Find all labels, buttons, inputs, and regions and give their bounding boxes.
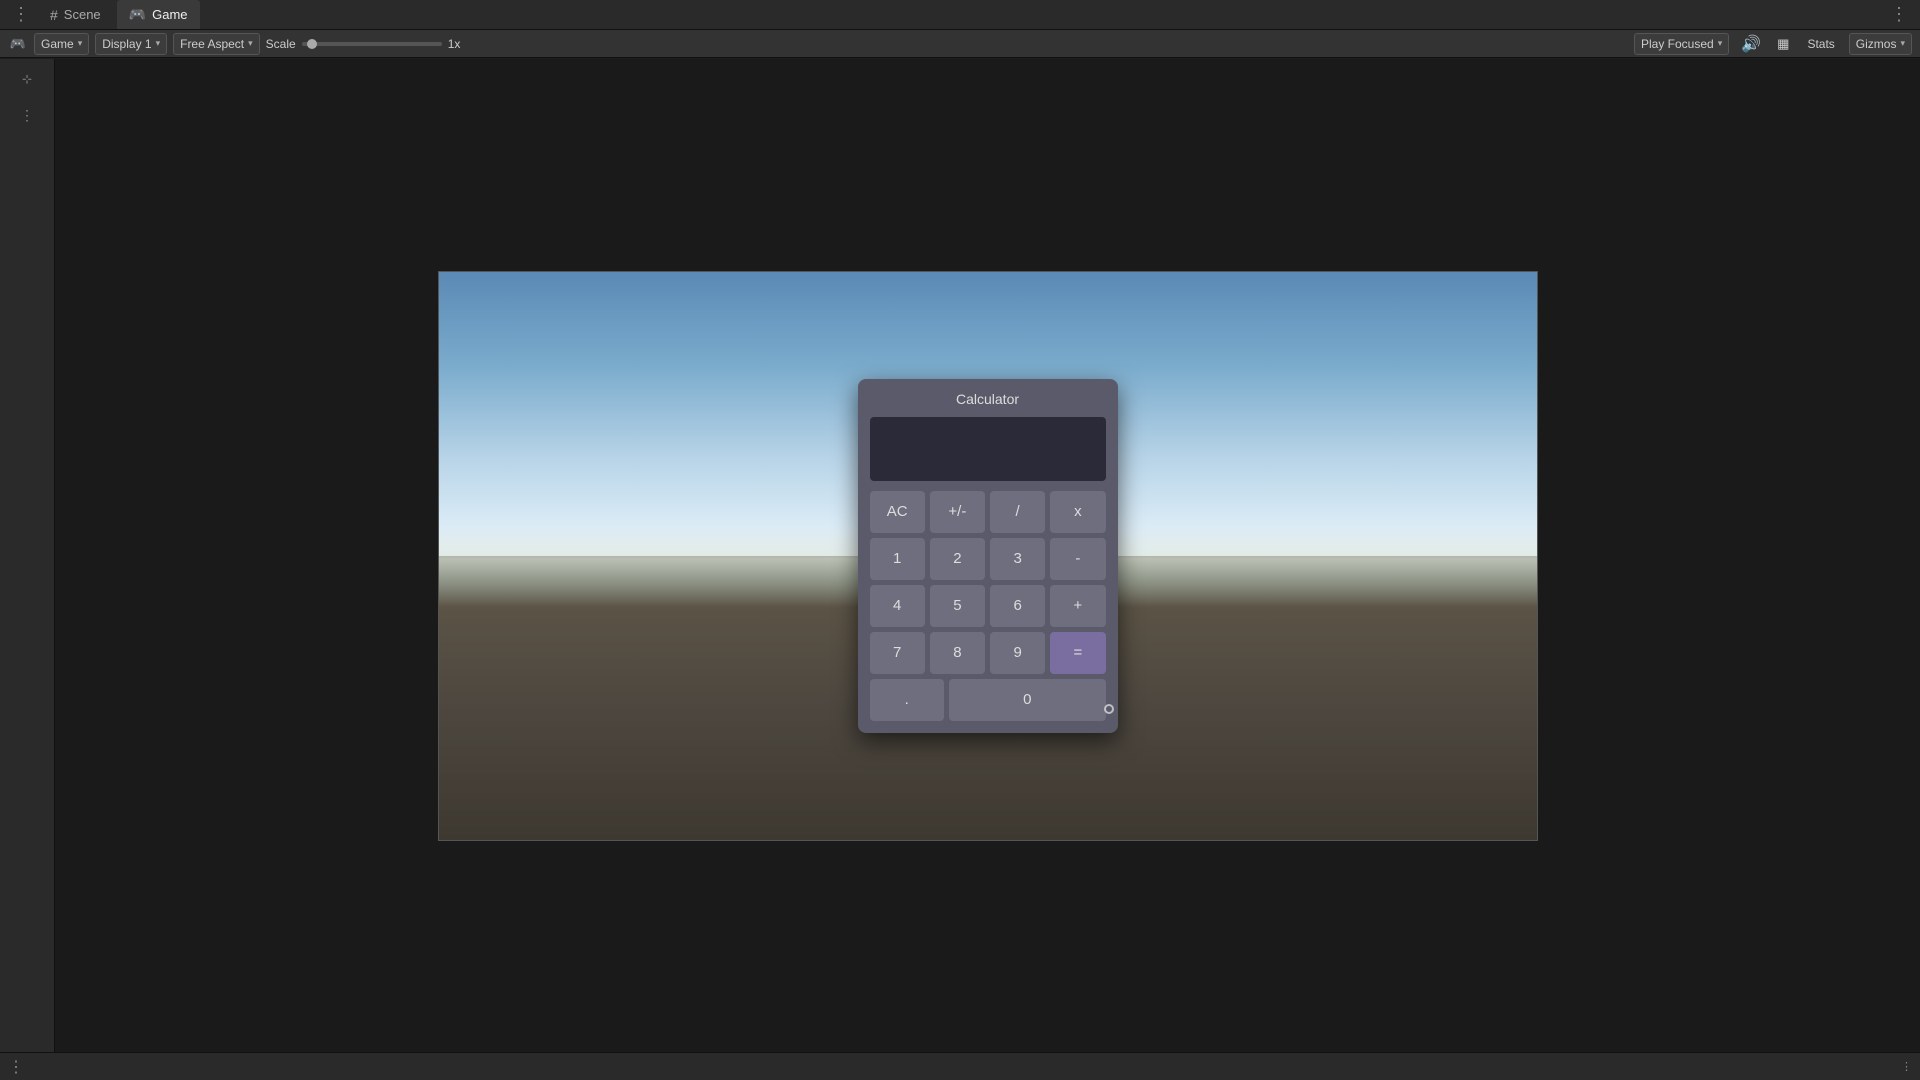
- calc-btn-plus[interactable]: +: [1050, 585, 1105, 627]
- play-focused-dropdown[interactable]: Play Focused ▾: [1634, 33, 1729, 55]
- toolbar-right: Play Focused ▾ 🔊 ▦ Stats Gizmos ▾: [1634, 32, 1912, 56]
- calc-btn-dot[interactable]: .: [870, 679, 945, 721]
- status-bar: ⋮ ⋮: [0, 1052, 1920, 1080]
- calc-row-5: . 0: [870, 679, 1106, 721]
- calc-btn-8[interactable]: 8: [930, 632, 985, 674]
- calc-btn-plusminus[interactable]: +/-: [930, 491, 985, 533]
- calc-btn-minus[interactable]: -: [1050, 538, 1105, 580]
- tab-game-label: Game: [152, 7, 187, 22]
- game-dropdown-label: Game: [41, 37, 74, 51]
- game-dropdown[interactable]: Game ▾: [34, 33, 89, 55]
- play-focused-label: Play Focused: [1641, 37, 1714, 51]
- calc-btn-divide[interactable]: /: [990, 491, 1045, 533]
- left-panel: ⊹ ⋮: [0, 59, 55, 1052]
- scale-value: 1x: [448, 37, 461, 51]
- display-dropdown-arrow: ▾: [156, 38, 161, 49]
- tab-bar: ⋮ # Scene 🎮 Game ⋮: [0, 0, 1920, 30]
- calc-btn-7[interactable]: 7: [870, 632, 925, 674]
- toolbar-game-icon: 🎮: [8, 34, 28, 54]
- viewport-area: Calculator AC +/- / x 1 2 3 -: [55, 59, 1920, 1052]
- sound-icon-btn[interactable]: 🔊: [1737, 32, 1765, 56]
- calculator-title: Calculator: [870, 391, 1106, 407]
- calc-btn-6[interactable]: 6: [990, 585, 1045, 627]
- calc-btn-multiply[interactable]: x: [1050, 491, 1105, 533]
- aspect-dropdown-arrow: ▾: [248, 38, 253, 49]
- tab-scene[interactable]: # Scene: [38, 0, 113, 29]
- scale-slider-thumb: [307, 39, 317, 49]
- game-dropdown-arrow: ▾: [78, 38, 83, 49]
- calculator-widget: Calculator AC +/- / x 1 2 3 -: [858, 379, 1118, 733]
- aspect-dropdown[interactable]: Free Aspect ▾: [173, 33, 260, 55]
- gizmos-arrow: ▾: [1900, 38, 1905, 49]
- scale-label: Scale: [266, 37, 296, 51]
- tab-game[interactable]: 🎮 Game: [117, 0, 200, 29]
- calc-row-1: AC +/- / x: [870, 491, 1106, 533]
- scale-group: Scale 1x: [266, 37, 461, 51]
- calc-row-2: 1 2 3 -: [870, 538, 1106, 580]
- game-canvas: Calculator AC +/- / x 1 2 3 -: [438, 271, 1538, 841]
- calc-btn-9[interactable]: 9: [990, 632, 1045, 674]
- calc-row-4: 7 8 9 =: [870, 632, 1106, 674]
- aspect-dropdown-label: Free Aspect: [180, 37, 244, 51]
- calc-btn-equals[interactable]: =: [1050, 632, 1105, 674]
- toolbar: 🎮 Game ▾ Display 1 ▾ Free Aspect ▾ Scale…: [0, 30, 1920, 58]
- display-dropdown-label: Display 1: [102, 37, 151, 51]
- game-controller-icon: 🎮: [129, 6, 146, 23]
- tab-bar-overflow-icon[interactable]: ⋮: [1886, 4, 1912, 25]
- status-bar-dots-right[interactable]: ⋮: [1901, 1060, 1912, 1073]
- grid-icon-btn[interactable]: ▦: [1773, 34, 1793, 54]
- calc-btn-3[interactable]: 3: [990, 538, 1045, 580]
- calc-btn-2[interactable]: 2: [930, 538, 985, 580]
- calculator-display: [870, 417, 1106, 481]
- status-bar-dots-left[interactable]: ⋮: [8, 1057, 24, 1077]
- calc-row-3: 4 5 6 +: [870, 585, 1106, 627]
- scale-slider[interactable]: [302, 42, 442, 46]
- calc-btn-5[interactable]: 5: [930, 585, 985, 627]
- left-panel-more-icon[interactable]: ⋮: [11, 99, 43, 131]
- calc-btn-1[interactable]: 1: [870, 538, 925, 580]
- tab-scene-label: Scene: [64, 7, 101, 22]
- gizmos-label: Gizmos: [1856, 37, 1897, 51]
- status-bar-right: ⋮: [1901, 1060, 1912, 1073]
- calc-btn-0[interactable]: 0: [949, 679, 1105, 721]
- scene-hash-icon: #: [50, 7, 58, 23]
- calc-btn-ac[interactable]: AC: [870, 491, 925, 533]
- left-panel-move-icon[interactable]: ⊹: [11, 63, 43, 95]
- play-focused-arrow: ▾: [1718, 38, 1723, 49]
- gizmos-dropdown[interactable]: Gizmos ▾: [1849, 33, 1912, 55]
- display-dropdown[interactable]: Display 1 ▾: [95, 33, 167, 55]
- calc-btn-4[interactable]: 4: [870, 585, 925, 627]
- calculator-buttons: AC +/- / x 1 2 3 - 4 5 6 +: [870, 491, 1106, 721]
- tab-bar-more-icon[interactable]: ⋮: [8, 4, 34, 25]
- stats-btn[interactable]: Stats: [1801, 35, 1840, 53]
